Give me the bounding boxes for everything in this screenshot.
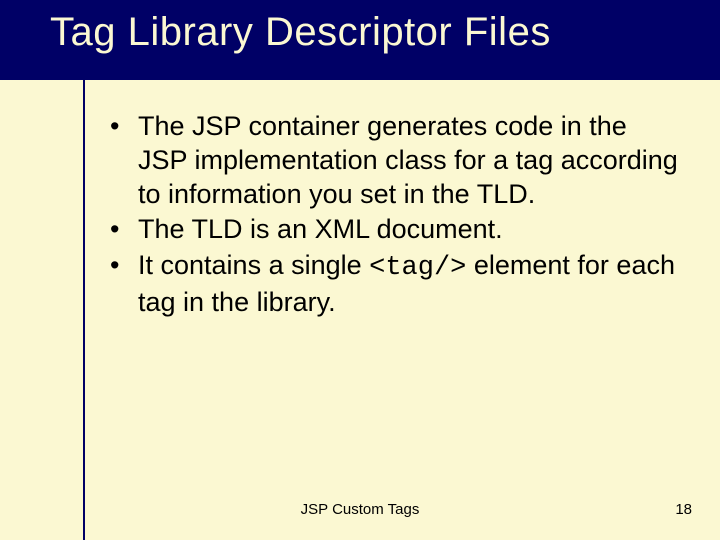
list-item: The TLD is an XML document. <box>110 213 680 247</box>
bullet-text: The JSP container generates code in the … <box>138 111 678 209</box>
bullet-text: The TLD is an XML document. <box>138 214 503 244</box>
page-number: 18 <box>675 501 692 518</box>
title-bar: Tag Library Descriptor Files <box>0 0 720 80</box>
accent-line <box>83 80 85 540</box>
slide-title: Tag Library Descriptor Files <box>50 10 551 55</box>
slide: Tag Library Descriptor Files The JSP con… <box>0 0 720 540</box>
footer-label: JSP Custom Tags <box>0 501 720 518</box>
bullet-list: The JSP container generates code in the … <box>110 110 680 320</box>
list-item: It contains a single <tag/> element for … <box>110 249 680 320</box>
content-area: The JSP container generates code in the … <box>110 110 680 322</box>
list-item: The JSP container generates code in the … <box>110 110 680 211</box>
code-fragment: <tag/> <box>369 253 466 283</box>
bullet-text: It contains a single <box>138 250 369 280</box>
